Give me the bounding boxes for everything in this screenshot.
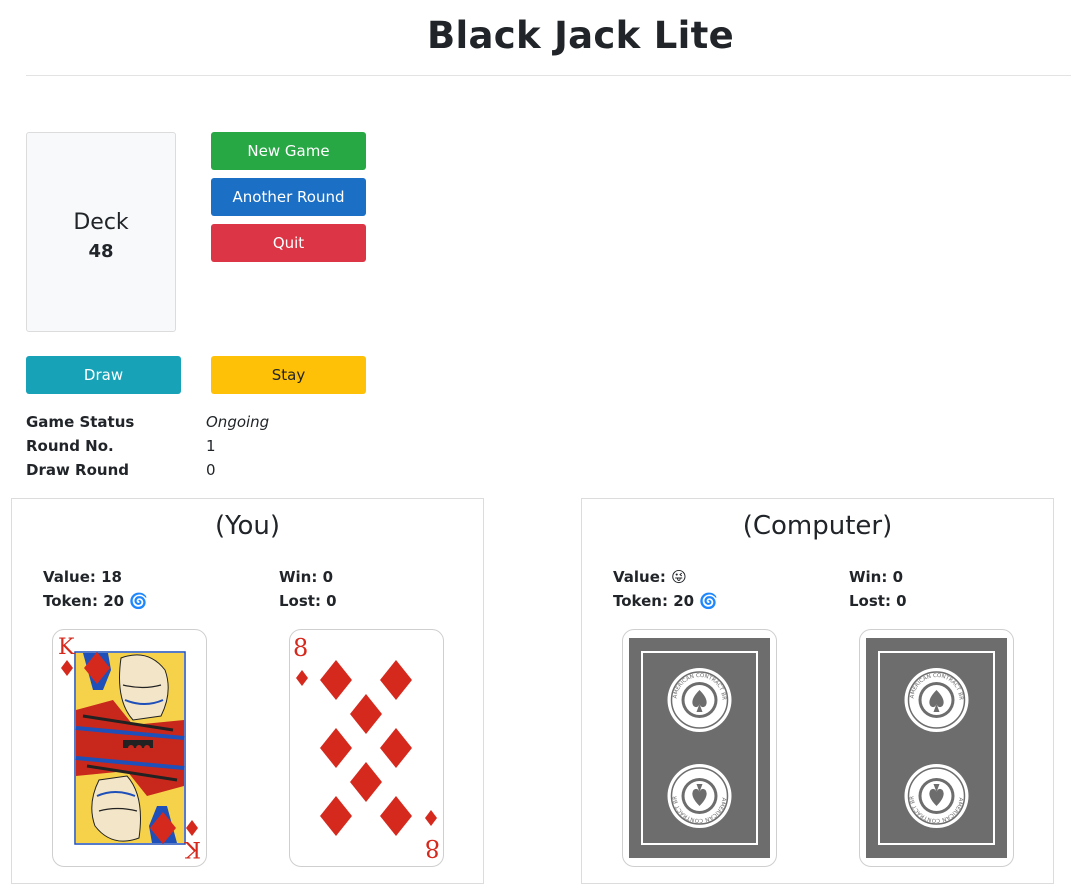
round-no-label: Round No. bbox=[26, 437, 114, 455]
player-card-king-of-diamonds: K K bbox=[52, 629, 207, 867]
computer-win: Win: 0 bbox=[849, 568, 904, 586]
card-back-icon: AMERICAN CONTRACT BRIDGE LEAGUE AMERICAN… bbox=[629, 638, 770, 858]
player-lost: Lost: 0 bbox=[279, 592, 337, 610]
page-title: Black Jack Lite bbox=[427, 14, 734, 57]
computer-card-face-down: AMERICAN CONTRACT BRIDGE LEAGUE AMERICAN… bbox=[622, 629, 777, 867]
deck-pile: Deck 48 bbox=[26, 132, 176, 332]
computer-lost: Lost: 0 bbox=[849, 592, 907, 610]
round-no-value: 1 bbox=[206, 437, 216, 455]
player-card-eight-of-diamonds: 8 8 bbox=[289, 629, 444, 867]
computer-card-face-down: AMERICAN CONTRACT BRIDGE LEAGUE AMERICAN… bbox=[859, 629, 1014, 867]
another-round-button[interactable]: Another Round bbox=[211, 178, 366, 216]
player-win: Win: 0 bbox=[279, 568, 334, 586]
player-panel: (You) Value: 18 Token: 20 🌀 Win: 0 Lost:… bbox=[11, 498, 484, 884]
game-status-value: Ongoing bbox=[206, 413, 270, 431]
computer-token: Token: 20 🌀 bbox=[613, 592, 718, 610]
draw-button[interactable]: Draw bbox=[26, 356, 181, 394]
stay-button[interactable]: Stay bbox=[211, 356, 366, 394]
svg-text:8: 8 bbox=[425, 834, 440, 862]
computer-value: Value: 😜 bbox=[613, 568, 687, 586]
computer-panel: (Computer) Value: 😜 Token: 20 🌀 Win: 0 L… bbox=[581, 498, 1054, 884]
eight-of-diamonds-face-icon: 8 8 bbox=[293, 634, 440, 862]
king-of-diamonds-face-icon: K K bbox=[58, 635, 201, 861]
draw-round-label: Draw Round bbox=[26, 461, 130, 479]
new-game-button[interactable]: New Game bbox=[211, 132, 366, 170]
quit-button[interactable]: Quit bbox=[211, 224, 366, 262]
game-status-label: Game Status bbox=[26, 413, 135, 431]
draw-round-value: 0 bbox=[206, 461, 216, 479]
computer-title: (Computer) bbox=[742, 511, 893, 541]
svg-text:K: K bbox=[184, 836, 201, 861]
deck-count: 48 bbox=[88, 241, 114, 262]
player-title: (You) bbox=[214, 511, 281, 541]
card-back-icon: AMERICAN CONTRACT BRIDGE LEAGUE AMERICAN… bbox=[866, 638, 1007, 858]
player-value: Value: 18 bbox=[43, 568, 122, 586]
deck-label: Deck bbox=[73, 210, 129, 235]
svg-text:8: 8 bbox=[293, 634, 308, 662]
player-token: Token: 20 🌀 bbox=[43, 592, 148, 610]
title-divider bbox=[26, 75, 1071, 76]
svg-text:K: K bbox=[58, 635, 75, 660]
